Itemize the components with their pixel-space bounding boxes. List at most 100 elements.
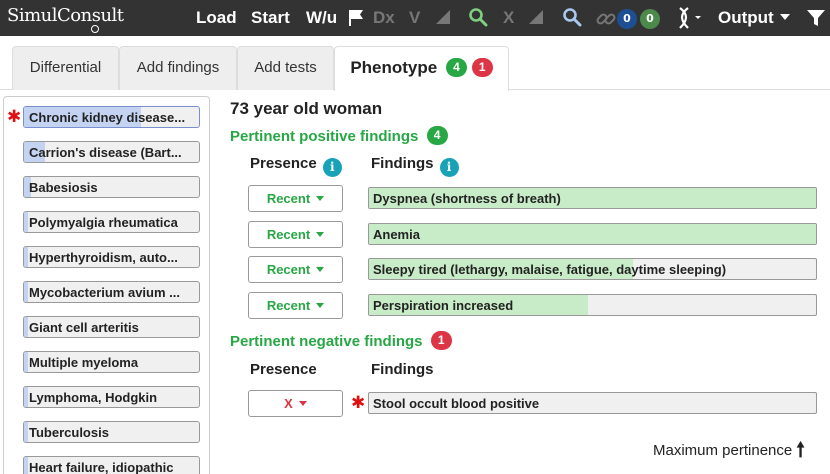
caret-down-icon xyxy=(316,196,325,201)
diagnosis-label: Hyperthyroidism, auto... xyxy=(29,250,178,265)
pertinent-negative-count: 1 xyxy=(430,331,452,350)
finding-pertinence-bar xyxy=(369,223,816,244)
findings-column-header: Findings i xyxy=(371,155,459,177)
diagnosis-probability-bar xyxy=(24,387,28,407)
finding-item[interactable]: Dyspnea (shortness of breath) xyxy=(368,187,817,209)
diagnosis-item[interactable]: Giant cell arteritis xyxy=(23,316,200,338)
info-icon[interactable]: i xyxy=(439,158,459,177)
presence-dropdown[interactable]: X xyxy=(248,390,343,417)
presence-dropdown[interactable]: Recent xyxy=(248,292,343,320)
diagnosis-probability-bar xyxy=(24,317,28,337)
differential-diagnosis-list[interactable]: Chronic kidney disease... ✱ Carrion's dise… xyxy=(3,96,210,474)
diagnosis-item[interactable]: Mycobacterium avium ... xyxy=(23,281,200,303)
finding-item[interactable]: Anemia xyxy=(368,222,817,245)
diagnosis-item[interactable]: Polymyalgia rheumatica xyxy=(23,211,200,233)
count-badge-blue[interactable]: 0 xyxy=(617,9,637,29)
finding-item[interactable]: Perspiration increased xyxy=(368,294,817,317)
top-toolbar: SimulConsult Load Start W/u Dx V X 0 0 O… xyxy=(0,0,830,36)
diagnosis-label: Lymphoma, Hodgkin xyxy=(29,390,158,405)
diagnosis-probability-bar xyxy=(24,247,28,267)
diagnosis-label: Giant cell arteritis xyxy=(29,320,139,335)
chevron-down-icon xyxy=(779,14,790,20)
presence-column-header: Presence i xyxy=(250,155,342,177)
diagnosis-probability-bar xyxy=(24,422,28,442)
finding-label: Stool occult blood positive xyxy=(373,396,540,411)
dna-icon[interactable] xyxy=(676,6,702,30)
diagnosis-probability-bar xyxy=(24,212,28,232)
finding-label: Anemia xyxy=(373,226,420,242)
v-button[interactable]: V xyxy=(409,8,420,28)
diagnosis-item[interactable]: Lymphoma, Hodgkin xyxy=(23,386,200,408)
logo-text: SimulConsult xyxy=(7,5,124,26)
presence-value: Recent xyxy=(266,298,311,314)
tab-phenotype-label: Phenotype xyxy=(350,58,438,77)
negative-count-badge: 1 xyxy=(471,58,493,77)
dx-button[interactable]: Dx xyxy=(373,8,395,28)
caret-down-icon xyxy=(316,231,325,237)
finding-label: Sleepy tired (lethargy, malaise, fatigue… xyxy=(373,262,727,278)
pertinent-positive-count: 4 xyxy=(426,126,448,145)
finding-item[interactable]: Sleepy tired (lethargy, malaise, fatigue… xyxy=(368,258,817,281)
sort-label: Maximum pertinence xyxy=(653,442,793,459)
presence-value: Recent xyxy=(266,191,311,206)
chain-link-icon[interactable] xyxy=(596,9,616,29)
corner-flag-icon[interactable] xyxy=(529,10,543,24)
caret-down-icon xyxy=(316,267,325,273)
tab-add-tests[interactable]: Add tests xyxy=(237,46,334,90)
diagnosis-label: Tuberculosis xyxy=(29,425,109,440)
info-icon[interactable]: i xyxy=(322,158,342,177)
positive-count-badge: 4 xyxy=(445,58,467,77)
app-logo[interactable]: SimulConsult xyxy=(7,5,124,33)
diagnosis-label: Carrion's disease (Bart... xyxy=(29,145,182,160)
diagnosis-item[interactable]: Multiple myeloma xyxy=(23,351,200,373)
x-button[interactable]: X xyxy=(503,8,514,28)
sort-arrow-up-icon: 🠕 xyxy=(796,439,805,461)
findings-header-label: Findings xyxy=(371,155,434,172)
diagnosis-label: Multiple myeloma xyxy=(29,355,139,370)
simulconsult-app: SimulConsult Load Start W/u Dx V X 0 0 O… xyxy=(0,0,830,474)
case-title: 73 year old woman xyxy=(230,99,383,118)
search-icon[interactable] xyxy=(468,7,488,27)
sort-by-pertinence-button[interactable]: Maximum pertinence 🠕 xyxy=(653,435,805,469)
diagnosis-item[interactable]: Tuberculosis xyxy=(23,421,200,443)
diagnosis-probability-bar xyxy=(24,457,28,474)
tab-phenotype[interactable]: Phenotype 4 1 xyxy=(334,46,509,91)
diagnosis-item[interactable]: Chronic kidney disease... xyxy=(23,106,200,128)
diagnosis-label: Polymyalgia rheumatica xyxy=(29,215,178,230)
finding-item[interactable]: Stool occult blood positive xyxy=(368,392,817,414)
tab-differential[interactable]: Differential xyxy=(12,46,119,90)
presence-value: Recent xyxy=(266,226,311,242)
diagnosis-label: Babesiosis xyxy=(29,180,98,195)
load-button[interactable]: Load xyxy=(196,8,237,28)
diagnosis-probability-bar xyxy=(24,282,28,302)
finding-label: Perspiration increased xyxy=(373,298,514,314)
flag-icon[interactable] xyxy=(348,9,364,27)
presence-value: X xyxy=(284,396,293,411)
presence-header-label: Presence xyxy=(250,155,317,172)
tab-add-findings[interactable]: Add findings xyxy=(119,46,237,90)
diagnosis-item[interactable]: Hyperthyroidism, auto... xyxy=(23,246,200,268)
write-up-button[interactable]: W/u xyxy=(306,8,337,28)
caret-down-icon xyxy=(316,303,325,309)
corner-flag-icon[interactable] xyxy=(436,10,450,24)
start-button[interactable]: Start xyxy=(251,8,290,28)
diagnosis-item[interactable]: Heart failure, idiopathic xyxy=(23,456,200,474)
pertinent-negative-heading: Pertinent negative findings 1 xyxy=(230,331,452,350)
count-badge-green[interactable]: 0 xyxy=(640,9,660,29)
diagnosis-probability-bar xyxy=(24,352,28,372)
presence-dropdown[interactable]: Recent xyxy=(248,220,343,248)
presence-dropdown[interactable]: Recent xyxy=(248,256,343,284)
caret-down-icon xyxy=(298,401,307,406)
pertinent-positive-label: Pertinent positive findings xyxy=(230,128,419,145)
phenotype-panel: 73 year old woman Pertinent positive fin… xyxy=(230,96,830,474)
presence-value: Recent xyxy=(266,262,311,278)
diagnosis-item[interactable]: Carrion's disease (Bart... xyxy=(23,141,200,163)
output-label: Output xyxy=(718,8,774,27)
diagnosis-label: Chronic kidney disease... xyxy=(29,110,186,125)
diagnosis-item[interactable]: Babesiosis xyxy=(23,176,200,198)
presence-dropdown[interactable]: Recent xyxy=(248,185,343,212)
search-icon[interactable] xyxy=(562,7,582,27)
output-menu[interactable]: Output xyxy=(718,8,790,28)
pertinent-negative-label: Pertinent negative findings xyxy=(230,333,423,350)
funnel-icon[interactable] xyxy=(806,8,826,28)
